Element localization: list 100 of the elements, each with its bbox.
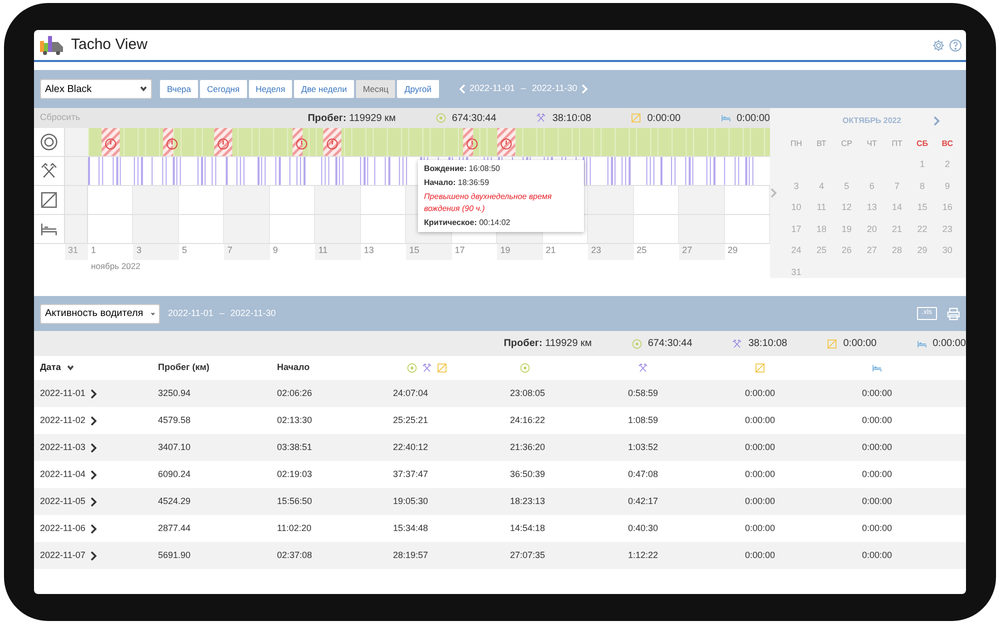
- calendar-day[interactable]: 6: [859, 176, 884, 197]
- expand-chevron-icon[interactable]: [90, 524, 98, 534]
- stat-value: 674:30:44: [648, 337, 692, 351]
- dropdown-caret-icon[interactable]: [140, 84, 147, 94]
- table-cell-text: 02:06:26: [277, 386, 314, 400]
- calendar-day[interactable]: 10: [784, 197, 809, 218]
- calendar-day[interactable]: 20: [859, 218, 884, 240]
- calendar-day[interactable]: 18: [808, 218, 834, 240]
- calendar-day[interactable]: 7: [884, 176, 910, 197]
- expand-chevron-icon[interactable]: [90, 496, 98, 506]
- calendar-day[interactable]: 11: [808, 197, 834, 218]
- calendar-day[interactable]: 12: [834, 197, 860, 218]
- calendar-day[interactable]: 1: [910, 154, 935, 176]
- table-cell-text: 4524.29: [158, 494, 192, 508]
- expand-chevron-icon[interactable]: [90, 416, 98, 426]
- table-cell-text: 0:00:00: [745, 386, 776, 400]
- period-button[interactable]: Две недели: [294, 80, 354, 98]
- axis-label: 15: [409, 245, 420, 255]
- axis-label: 19: [500, 245, 510, 255]
- circle-dot-icon: [632, 338, 642, 348]
- weekday-label: ВТ: [816, 138, 828, 150]
- tooltip-line: Начало: 18:36:59: [424, 177, 490, 189]
- table-cell-text: 15:34:48: [393, 522, 430, 535]
- table-cell-text: 0:00:00: [862, 494, 894, 508]
- app-title: Tacho View: [71, 34, 148, 55]
- period-button[interactable]: Месяц: [356, 80, 396, 98]
- calendar-day[interactable]: 22: [910, 218, 935, 240]
- calendar-day[interactable]: 29: [910, 240, 935, 262]
- report-type-select[interactable]: Активность водителя: [40, 304, 160, 324]
- calendar-day[interactable]: 23: [934, 218, 960, 240]
- calendar-day[interactable]: 21: [884, 218, 910, 240]
- stat-value: 38:10:08: [748, 337, 788, 351]
- axis-label: 31: [68, 245, 78, 255]
- column-header[interactable]: Начало: [277, 361, 310, 375]
- tooltip-line: Критическое: 00:14:02: [424, 217, 512, 229]
- calendar-day[interactable]: 15: [910, 197, 935, 218]
- column-header[interactable]: Пробег (км): [158, 361, 210, 375]
- axis-label: 7: [227, 245, 232, 255]
- calendar-day[interactable]: 28: [884, 240, 910, 262]
- table-cell-text: 28:19:57: [393, 548, 430, 562]
- date-from: 2022-11-01: [470, 82, 515, 96]
- table-cell-text: 15:56:50: [277, 494, 314, 508]
- sort-caret-icon[interactable]: [66, 363, 74, 373]
- calendar-day[interactable]: 8: [910, 176, 935, 197]
- calendar-day[interactable]: 14: [884, 197, 910, 218]
- circle-dot-icon: [436, 113, 446, 123]
- calendar-day[interactable]: 2: [934, 154, 960, 176]
- calendar-day[interactable]: 25: [808, 240, 834, 262]
- date-separator: –: [219, 306, 224, 320]
- period-button[interactable]: Неделя: [248, 80, 292, 98]
- calendar-day[interactable]: 24: [784, 240, 809, 262]
- slashed-square-icon: [40, 191, 58, 209]
- date-cell-text: 2022-11-04: [40, 468, 86, 481]
- mileage-text: Пробег: 119929 км: [308, 112, 396, 126]
- table-cell-text: 37:37:47: [393, 468, 430, 481]
- period-button[interactable]: Сегодня: [200, 80, 247, 98]
- axis-label: 9: [272, 245, 278, 255]
- slashed-square-icon: [755, 363, 765, 373]
- calendar-day[interactable]: 31: [784, 262, 809, 283]
- table-cell-text: 27:07:35: [510, 548, 546, 562]
- table-cell-text: 5691.90: [158, 548, 192, 562]
- period-button[interactable]: Вчера: [160, 80, 198, 98]
- date-to: 2022-11-30: [230, 306, 276, 320]
- month-label: ноябрь 2022: [91, 260, 142, 273]
- weekday-label: СР: [840, 138, 854, 150]
- calendar-day[interactable]: 4: [808, 176, 834, 197]
- table-cell-text: 22:40:12: [393, 440, 430, 454]
- calendar-day[interactable]: 17: [784, 218, 809, 240]
- stat-value: 0:00:00: [736, 112, 770, 126]
- axis-label: 3: [136, 245, 142, 255]
- column-header[interactable]: Дата: [40, 361, 61, 375]
- table-cell-text: 0:00:00: [745, 414, 776, 427]
- date-cell-text: 2022-11-06: [40, 522, 86, 535]
- weekday-label: ПТ: [890, 138, 904, 150]
- axis-label: 29: [728, 245, 738, 255]
- table-cell-text: 0:00:00: [862, 468, 894, 481]
- expand-chevron-icon[interactable]: [90, 470, 98, 480]
- calendar-day[interactable]: 27: [859, 240, 884, 262]
- calendar-day[interactable]: 9: [934, 176, 960, 197]
- calendar-day[interactable]: 13: [859, 197, 884, 218]
- date-from: 2022-11-01: [168, 306, 214, 320]
- slashed-square-icon: [827, 338, 838, 348]
- logo-icon: [38, 34, 66, 56]
- table-cell-text: 1:03:52: [628, 440, 660, 454]
- expand-chevron-icon[interactable]: [90, 442, 98, 452]
- axis-label: 17: [454, 245, 465, 255]
- calendar-day[interactable]: 30: [934, 240, 960, 262]
- calendar-day[interactable]: 5: [834, 176, 860, 197]
- calendar-day[interactable]: 26: [834, 240, 860, 262]
- weekday-label: СБ: [915, 138, 929, 150]
- calendar-day[interactable]: 3: [784, 176, 809, 197]
- expand-chevron-icon[interactable]: [90, 550, 98, 560]
- driver-select[interactable]: Alex Black: [40, 79, 152, 99]
- axis-label: 25: [636, 245, 647, 255]
- date-cell-text: 2022-11-05: [40, 494, 86, 508]
- calendar-day[interactable]: 16: [934, 197, 960, 218]
- table-cell-text: 0:42:17: [628, 494, 660, 508]
- period-button[interactable]: Другой: [397, 80, 439, 98]
- calendar-day[interactable]: 19: [834, 218, 860, 240]
- expand-chevron-icon[interactable]: [90, 388, 98, 398]
